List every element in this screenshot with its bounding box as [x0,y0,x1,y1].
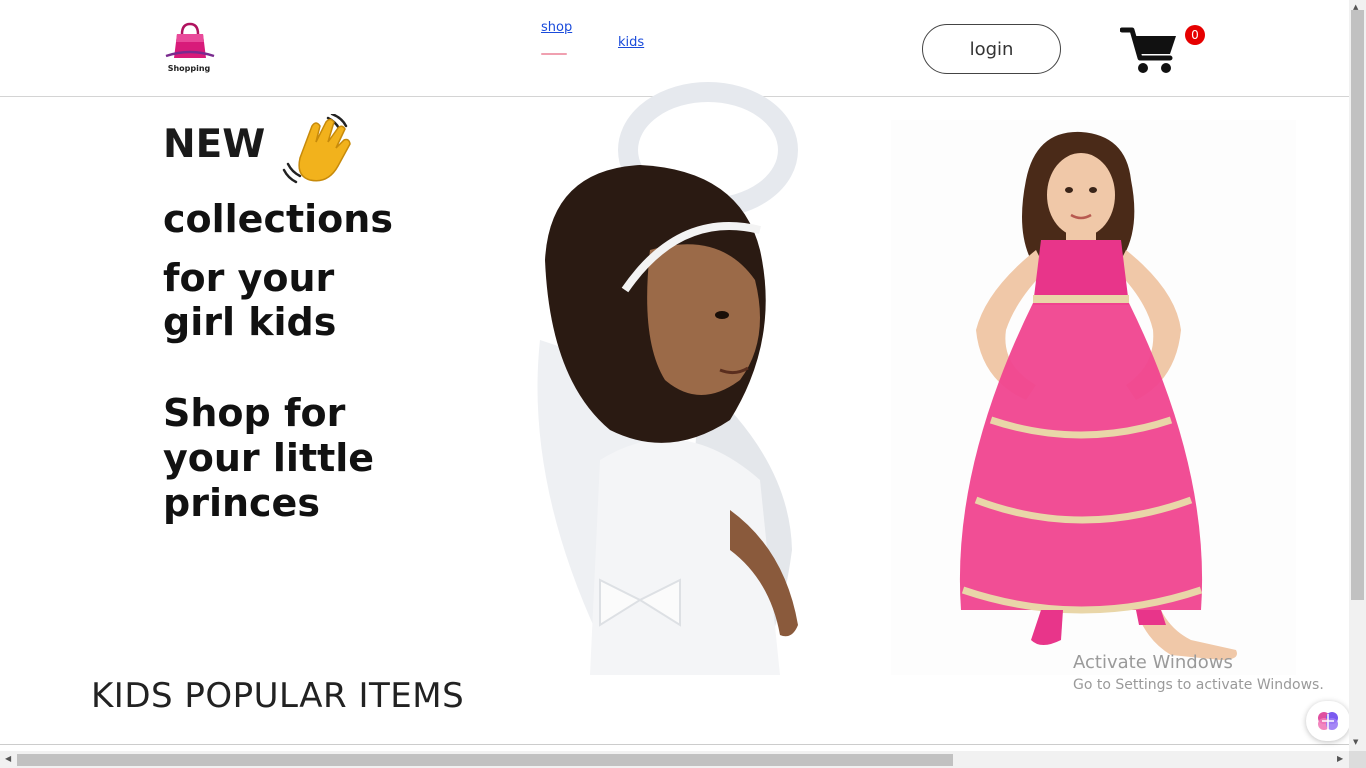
cart-icon [1119,27,1176,73]
vertical-scrollbar-thumb[interactable] [1351,10,1364,600]
hero-image-angel-girl [530,80,810,675]
section-title-popular-items: KIDS POPULAR ITEMS [91,676,465,716]
hero-heading-your-little: your little [163,436,375,480]
horizontal-scrollbar-thumb[interactable] [17,754,953,766]
scroll-down-arrow-icon[interactable]: ▼ [1353,738,1358,746]
hero-heading-for-your: for your [163,256,335,300]
activate-windows-watermark: Activate Windows Go to Settings to activ… [1073,652,1324,693]
scroll-left-arrow-icon[interactable]: ◀ [5,754,11,763]
nav-link-kids[interactable]: kids [618,35,644,50]
cart-count-badge: 0 [1185,25,1205,45]
page: Shopping shop kids login 0 NEW collectio… [0,0,1349,750]
scrollbar-corner [1349,751,1366,768]
login-button[interactable]: login [922,24,1061,74]
cart-button[interactable] [1119,24,1180,76]
watermark-subtitle: Go to Settings to activate Windows. [1073,677,1324,693]
nav-link-shop[interactable]: shop [541,20,572,35]
hero-heading-collections: collections [163,197,393,241]
logo-text: Shopping [167,64,211,73]
hero-image-pink-dress-girl [891,120,1296,675]
shopping-bag-icon [165,22,215,58]
hero-heading-new: NEW [163,122,266,167]
active-nav-indicator [541,53,567,55]
hero-heading-girl-kids: girl kids [163,300,337,344]
scroll-right-arrow-icon[interactable]: ▶ [1337,754,1343,763]
assistant-icon [1318,712,1338,730]
assistant-button[interactable] [1306,701,1349,741]
hero-heading-shop-for: Shop for [163,391,346,435]
section-divider [0,744,1349,745]
scroll-up-arrow-icon[interactable]: ▲ [1353,3,1358,11]
waving-hand-icon [282,112,358,186]
watermark-title: Activate Windows [1073,652,1233,673]
hero-heading-princes: princes [163,481,320,525]
logo[interactable]: Shopping [160,20,220,80]
